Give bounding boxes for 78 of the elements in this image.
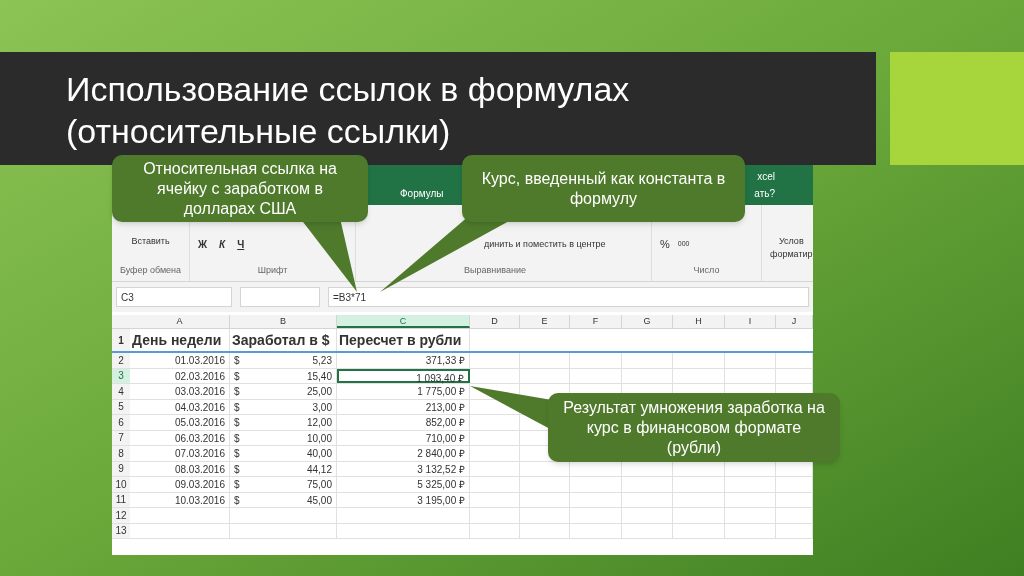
table-cell: 06.03.2016 (130, 430, 230, 445)
table-cell-text: 45,00 (306, 493, 332, 507)
table-cell: 10.03.2016 (130, 492, 230, 507)
table-cell-text: 44,12 (306, 462, 332, 476)
callout: Курс, введенный как константа в формулу (462, 155, 745, 222)
tell-me-field[interactable]: ать? (754, 186, 775, 201)
table-header-cell: День недели (130, 329, 230, 351)
currency-sign: $ (234, 447, 240, 461)
column-header[interactable]: C (337, 315, 470, 328)
italic-button[interactable]: К (219, 236, 226, 252)
column-header[interactable]: F (570, 315, 622, 328)
column-header[interactable]: H (673, 315, 725, 328)
table-cell-text: 12,00 (306, 416, 332, 430)
column-header[interactable]: I (725, 315, 776, 328)
slide-title: Использование ссылок в формулах (66, 69, 631, 110)
table-cell: 1 775,00 ₽ (337, 384, 470, 399)
row-header[interactable]: 6 (112, 415, 130, 430)
table-cell: 01.03.2016 (130, 353, 230, 368)
table-cell: 3 195,00 ₽ (337, 492, 470, 507)
table-cell-text: 15,40 (306, 369, 332, 383)
table-cell: 371,33 ₽ (337, 353, 470, 368)
name-box[interactable]: C3 (116, 287, 232, 307)
row-header[interactable]: 8 (112, 446, 130, 461)
underline-button[interactable]: Ч (237, 236, 245, 252)
slide-title: (относительные ссылки) (66, 111, 452, 152)
column-header[interactable]: J (776, 315, 813, 328)
table-cell-text: 10,00 (306, 431, 332, 445)
row-header[interactable]: 4 (112, 384, 130, 399)
table-cell: 05.03.2016 (130, 415, 230, 430)
bold-button[interactable]: Ж (198, 236, 208, 252)
table-cell: 2 840,00 ₽ (337, 446, 470, 461)
table-cell-text: 75,00 (306, 478, 332, 492)
table-cell-text: 3,00 (312, 400, 332, 414)
ribbon-tab[interactable]: Формулы (396, 186, 448, 201)
currency-sign: $ (234, 400, 240, 414)
group-label: Шрифт (257, 263, 288, 277)
percent-button[interactable]: % (660, 236, 670, 253)
group-label: Выравнивание (464, 263, 527, 277)
table-cell-text: 25,00 (306, 385, 332, 399)
table-header-cell: Заработал в $ (230, 329, 337, 351)
column-header[interactable]: D (470, 315, 520, 328)
merge-button[interactable]: динить и поместить в центре (484, 237, 643, 251)
table-cell: 1 093,40 ₽ (337, 368, 470, 383)
row-header[interactable]: 10 (112, 477, 130, 492)
table-cell: 04.03.2016 (130, 399, 230, 414)
table-cell: 02.03.2016 (130, 368, 230, 383)
table-cell-text: 5,23 (312, 354, 332, 368)
currency-sign: $ (234, 493, 240, 507)
currency-sign: $ (234, 354, 240, 368)
table-cell: 3 132,52 ₽ (337, 461, 470, 476)
currency-sign: $ (234, 369, 240, 383)
column-header[interactable]: A (130, 315, 230, 328)
currency-sign: $ (234, 385, 240, 399)
table-cell: 03.03.2016 (130, 384, 230, 399)
column-header[interactable]: E (520, 315, 570, 328)
paste-button[interactable]: Вставить (131, 235, 170, 249)
currency-sign: $ (234, 431, 240, 445)
table-header-cell: Пересчет в рубли (337, 329, 470, 351)
currency-sign: $ (234, 462, 240, 476)
currency-sign: $ (234, 478, 240, 492)
table-cell: 852,00 ₽ (337, 415, 470, 430)
table-cell: 07.03.2016 (130, 446, 230, 461)
currency-sign: $ (234, 416, 240, 430)
table-cell: 08.03.2016 (130, 461, 230, 476)
table-cell: 09.03.2016 (130, 477, 230, 492)
group-label: Буфер обмена (119, 263, 182, 277)
conditional-format-button[interactable]: Услов форматир (762, 215, 813, 281)
table-cell: 213,00 ₽ (337, 399, 470, 414)
group-label: Число (693, 263, 720, 277)
row-header[interactable]: 12 (112, 508, 130, 523)
window-title: xcel (757, 170, 775, 184)
table-cell-text: 40,00 (306, 447, 332, 461)
table-cell: 710,00 ₽ (337, 430, 470, 445)
row-header[interactable]: 1 (112, 329, 130, 351)
row-header[interactable]: 2 (112, 353, 130, 368)
formula-field[interactable]: =B3*71 (328, 287, 809, 307)
column-header[interactable]: G (622, 315, 673, 328)
table-cell: 5 325,00 ₽ (337, 477, 470, 492)
